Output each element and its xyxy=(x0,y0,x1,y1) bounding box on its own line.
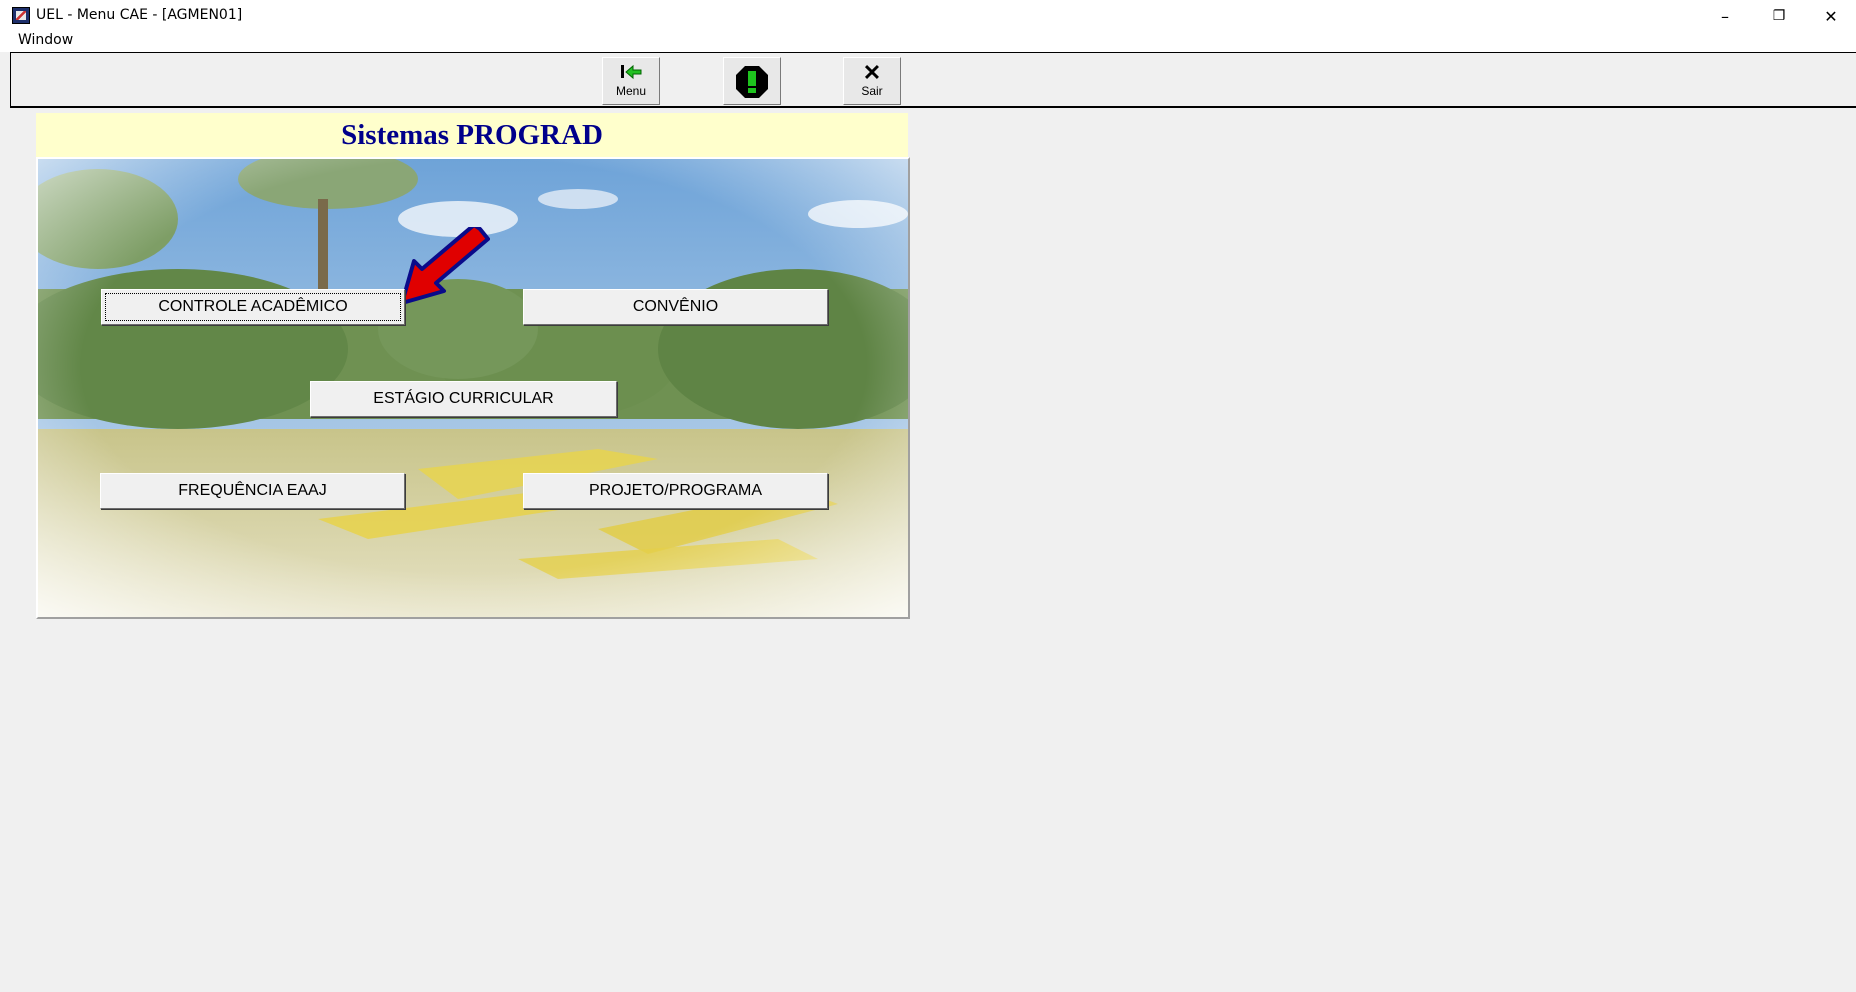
convenio-label: CONVÊNIO xyxy=(632,298,719,315)
menu-window-label: Window xyxy=(18,32,74,48)
close-icon[interactable]: ✕ xyxy=(1808,0,1854,32)
stop-button[interactable] xyxy=(723,57,781,105)
projeto-programa-button[interactable]: PROJETO/PROGRAMA xyxy=(523,473,828,509)
sair-button[interactable]: ✕ Sair xyxy=(843,57,901,105)
page-title: Sistemas PROGRAD xyxy=(36,113,908,157)
toolbar: Menu ✕ Sair xyxy=(10,52,1856,108)
title-bar: UEL - Menu CAE - [AGMEN01] – ❐ ✕ xyxy=(0,0,1856,32)
menu-button[interactable]: Menu xyxy=(602,57,660,105)
controle-academico-label: CONTROLE ACADÊMICO xyxy=(158,298,348,315)
back-arrow-icon xyxy=(603,64,659,85)
menu-bar: Window xyxy=(0,32,1856,52)
app-icon xyxy=(12,7,30,24)
menu-window[interactable]: Window xyxy=(18,32,73,48)
menu-button-label: Menu xyxy=(615,84,647,98)
sair-button-label: Sair xyxy=(861,84,883,98)
restore-icon[interactable]: ❐ xyxy=(1756,0,1802,32)
controle-academico-button[interactable]: CONTROLE ACADÊMICO xyxy=(101,289,405,325)
x-close-icon: ✕ xyxy=(862,60,882,85)
projeto-programa-label: PROJETO/PROGRAMA xyxy=(588,482,763,499)
estagio-curricular-label: ESTÁGIO CURRICULAR xyxy=(373,390,554,407)
convenio-button[interactable]: CONVÊNIO xyxy=(523,289,828,325)
frequencia-eaaj-label: FREQUÊNCIA EAAJ xyxy=(178,482,327,499)
window-title: UEL - Menu CAE - [AGMEN01] xyxy=(36,7,243,23)
estagio-curricular-button[interactable]: ESTÁGIO CURRICULAR xyxy=(310,381,617,417)
frequencia-eaaj-button[interactable]: FREQUÊNCIA EAAJ xyxy=(100,473,405,509)
stop-sign-icon xyxy=(724,65,780,104)
minimize-icon[interactable]: – xyxy=(1702,0,1748,32)
red-arrow-icon xyxy=(398,223,490,314)
